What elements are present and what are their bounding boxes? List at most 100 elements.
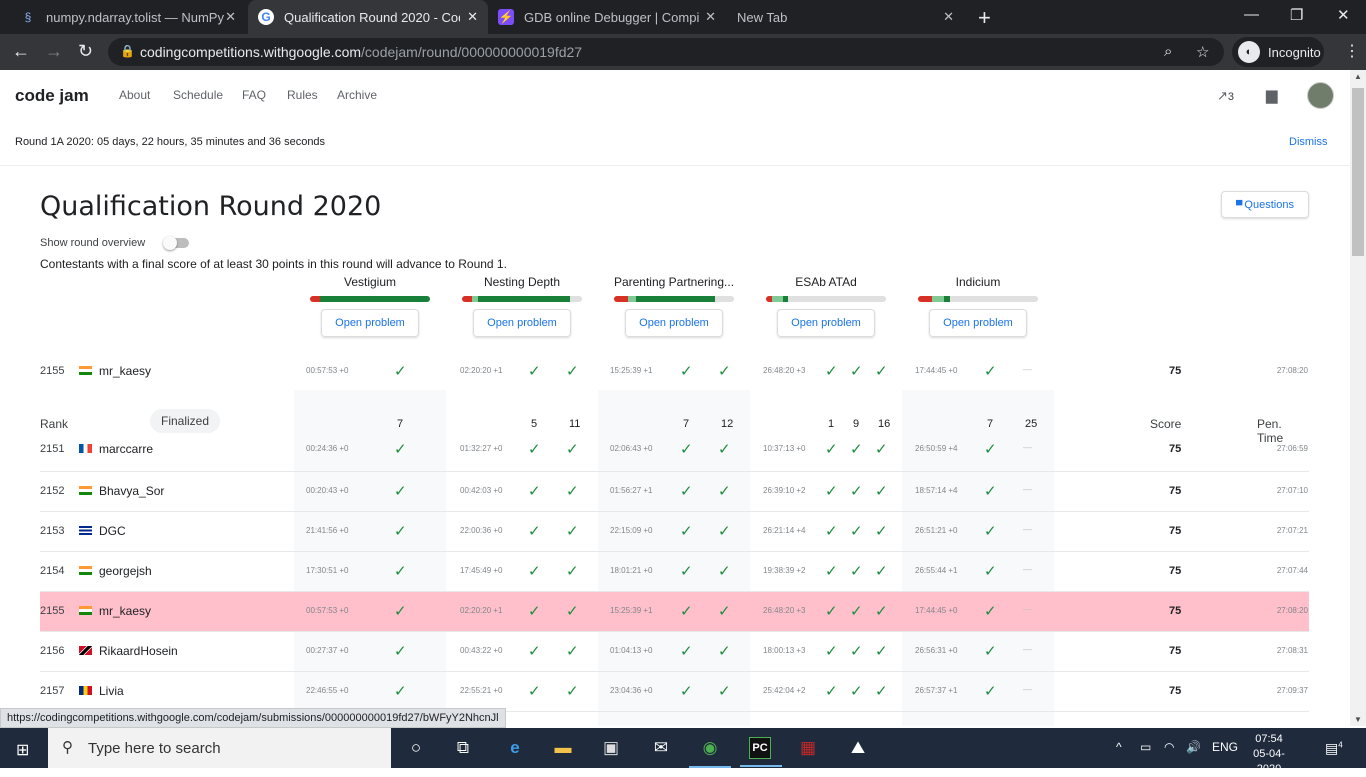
submission-time[interactable]: 00:57:53 +0 xyxy=(306,606,348,615)
submission-time[interactable]: 17:44:45 +0 xyxy=(915,366,957,375)
table-row[interactable]: 2157 Livia 22:46:55 +0 ✓ 22:55:21 +0 ✓ ✓ 23:04:… xyxy=(40,672,1309,712)
zoom-search-icon[interactable]: ⌕ xyxy=(1164,43,1172,60)
submission-time[interactable]: 01:32:27 +0 xyxy=(460,444,502,453)
score-header[interactable]: Score xyxy=(1150,417,1181,431)
open-problem-button[interactable]: Open problem xyxy=(473,309,571,337)
tab-qualification-round[interactable]: G Qualification Round 2020 - Code ✕ xyxy=(248,0,488,34)
submission-time[interactable]: 22:15:09 +0 xyxy=(610,526,652,535)
submission-time[interactable]: 02:06:43 +0 xyxy=(610,444,652,453)
nav-rules[interactable]: Rules xyxy=(287,88,318,102)
table-row[interactable]: 2151 marccarre 00:24:36 +0 ✓ 01:32:27 +0 ✓ ✓ 02… xyxy=(40,430,1309,472)
table-row[interactable]: 2154 georgejsh 17:30:51 +0 ✓ 17:45:49 +0 ✓ ✓ 18… xyxy=(40,552,1309,592)
submission-time[interactable]: 17:45:49 +0 xyxy=(460,566,502,575)
submission-time[interactable]: 22:46:55 +0 xyxy=(306,686,348,695)
rank-header[interactable]: Rank xyxy=(40,417,68,431)
lock-icon[interactable]: 🔒 xyxy=(120,44,135,58)
file-explorer-icon[interactable]: ▬ xyxy=(552,737,574,759)
submission-time[interactable]: 00:42:03 +0 xyxy=(460,486,502,495)
submission-time[interactable]: 26:56:31 +0 xyxy=(915,646,957,655)
submission-time[interactable]: 22:00:36 +0 xyxy=(460,526,502,535)
reload-icon[interactable]: ↻ xyxy=(78,41,93,62)
table-row-current-user[interactable]: 2155 mr_kaesy 00:57:53 +0 ✓ 02:20:20 +1 ✓ ✓ 15:… xyxy=(40,592,1309,632)
submission-time[interactable]: 00:27:37 +0 xyxy=(306,646,348,655)
window-close-icon[interactable]: ✕ xyxy=(1337,6,1350,24)
language-indicator[interactable]: ENG xyxy=(1212,740,1238,754)
incognito-badge[interactable]: ◐ Incognito xyxy=(1232,37,1324,67)
table-row[interactable]: 2156 RikaardHosein 00:27:37 +0 ✓ 00:43:22 +0… xyxy=(40,632,1309,672)
tab-numpy[interactable]: § numpy.ndarray.tolist — NumPy v ✕ xyxy=(10,0,246,34)
action-center-icon[interactable]: ▤4 xyxy=(1325,740,1343,757)
nav-schedule[interactable]: Schedule xyxy=(173,88,223,102)
nav-faq[interactable]: FAQ xyxy=(242,88,266,102)
winrar-icon[interactable]: ▦ xyxy=(797,737,819,759)
open-problem-button[interactable]: Open problem xyxy=(929,309,1027,337)
submission-time[interactable]: 26:55:44 +1 xyxy=(915,566,957,575)
close-tab-icon[interactable]: ✕ xyxy=(705,9,716,25)
tab-new-tab[interactable]: New Tab ✕ xyxy=(728,0,964,34)
windows-start-icon[interactable]: ⊞ xyxy=(16,740,29,760)
nav-about[interactable]: About xyxy=(119,88,150,102)
submission-time[interactable]: 26:57:37 +1 xyxy=(915,686,957,695)
submission-time[interactable]: 26:39:10 +2 xyxy=(763,486,805,495)
submission-time[interactable]: 02:20:20 +1 xyxy=(460,606,502,615)
submission-time[interactable]: 15:25:39 +1 xyxy=(610,606,652,615)
pinned-user-row[interactable]: 2155 mr_kaesy 00:57:53 +0 ✓ 02:20:20 +1 ✓ ✓ 15:… xyxy=(40,352,1309,392)
scroll-down-icon[interactable]: ▼ xyxy=(1354,715,1362,724)
trending-icon[interactable]: ↗3 xyxy=(1217,88,1234,104)
photos-icon[interactable]: ⛰ xyxy=(847,737,869,759)
close-tab-icon[interactable]: ✕ xyxy=(467,9,478,25)
submission-time[interactable]: 23:04:36 +0 xyxy=(610,686,652,695)
toggle-knob[interactable] xyxy=(163,236,177,250)
submission-time[interactable]: 00:20:43 +0 xyxy=(306,486,348,495)
submission-time[interactable]: 18:01:21 +0 xyxy=(610,566,652,575)
username-link[interactable]: RikaardHosein xyxy=(99,644,178,658)
submission-time[interactable]: 21:41:56 +0 xyxy=(306,526,348,535)
open-problem-button[interactable]: Open problem xyxy=(321,309,419,337)
forward-icon[interactable]: → xyxy=(45,41,63,62)
wifi-icon[interactable]: ◠ xyxy=(1164,740,1174,754)
submission-time[interactable]: 22:55:21 +0 xyxy=(460,686,502,695)
code-jam-logo[interactable]: code jam xyxy=(15,86,89,106)
tab-gdb[interactable]: ⚡ GDB online Debugger | Compiler ✕ xyxy=(490,0,726,34)
edge-icon[interactable]: e xyxy=(504,737,526,759)
submission-time[interactable]: 01:04:13 +0 xyxy=(610,646,652,655)
submission-time[interactable]: 26:50:59 +4 xyxy=(915,444,957,453)
username-link[interactable]: Bhavya_Sor xyxy=(99,484,164,498)
back-icon[interactable]: ← xyxy=(12,41,30,62)
open-problem-button[interactable]: Open problem xyxy=(777,309,875,337)
username-link[interactable]: marccarre xyxy=(99,442,153,456)
submission-time[interactable]: 17:44:45 +0 xyxy=(915,606,957,615)
username-link[interactable]: Livia xyxy=(99,684,124,698)
pycharm-icon[interactable]: PC xyxy=(740,737,782,767)
submission-time[interactable]: 02:20:20 +1 xyxy=(460,366,502,375)
battery-icon[interactable]: ▭ xyxy=(1140,740,1151,754)
submission-time[interactable]: 01:56:27 +1 xyxy=(610,486,652,495)
nav-archive[interactable]: Archive xyxy=(337,88,377,102)
page-scrollbar[interactable]: ▲ ▼ xyxy=(1350,70,1366,726)
chrome-menu-icon[interactable]: ⋮ xyxy=(1344,41,1360,61)
submission-time[interactable]: 19:38:39 +2 xyxy=(763,566,805,575)
close-tab-icon[interactable]: ✕ xyxy=(943,9,954,25)
submission-time[interactable]: 26:51:21 +0 xyxy=(915,526,957,535)
questions-button[interactable]: ▀ Questions xyxy=(1221,191,1309,218)
scroll-thumb[interactable] xyxy=(1352,88,1364,256)
submission-time[interactable]: 26:21:14 +4 xyxy=(763,526,805,535)
address-bar[interactable]: 🔒 codingcompetitions.withgoogle.com/code… xyxy=(108,38,1224,66)
cortana-icon[interactable]: ○ xyxy=(405,737,427,759)
taskbar-search[interactable]: ⚲ Type here to search xyxy=(48,728,391,768)
mail-icon[interactable]: ✉ xyxy=(650,737,672,759)
submission-time[interactable]: 00:57:53 +0 xyxy=(306,366,348,375)
username-link[interactable]: georgejsh xyxy=(99,564,152,578)
scroll-up-icon[interactable]: ▲ xyxy=(1354,72,1362,81)
submission-time[interactable]: 15:25:39 +1 xyxy=(610,366,652,375)
round-overview-toggle[interactable] xyxy=(163,236,189,250)
submission-time[interactable]: 17:30:51 +0 xyxy=(306,566,348,575)
store-icon[interactable]: ▣ xyxy=(600,737,622,759)
bookmark-star-icon[interactable]: ☆ xyxy=(1196,43,1209,61)
username-link[interactable]: mr_kaesy xyxy=(99,604,151,618)
volume-icon[interactable]: 🔊 xyxy=(1186,740,1201,754)
submission-time[interactable]: 25:42:04 +2 xyxy=(763,686,805,695)
table-row[interactable]: 2152 Bhavya_Sor 00:20:43 +0 ✓ 00:42:03 +0 ✓ ✓ 0… xyxy=(40,472,1309,512)
restore-icon[interactable]: ❐ xyxy=(1290,6,1303,24)
username-link[interactable]: DGC xyxy=(99,524,126,538)
